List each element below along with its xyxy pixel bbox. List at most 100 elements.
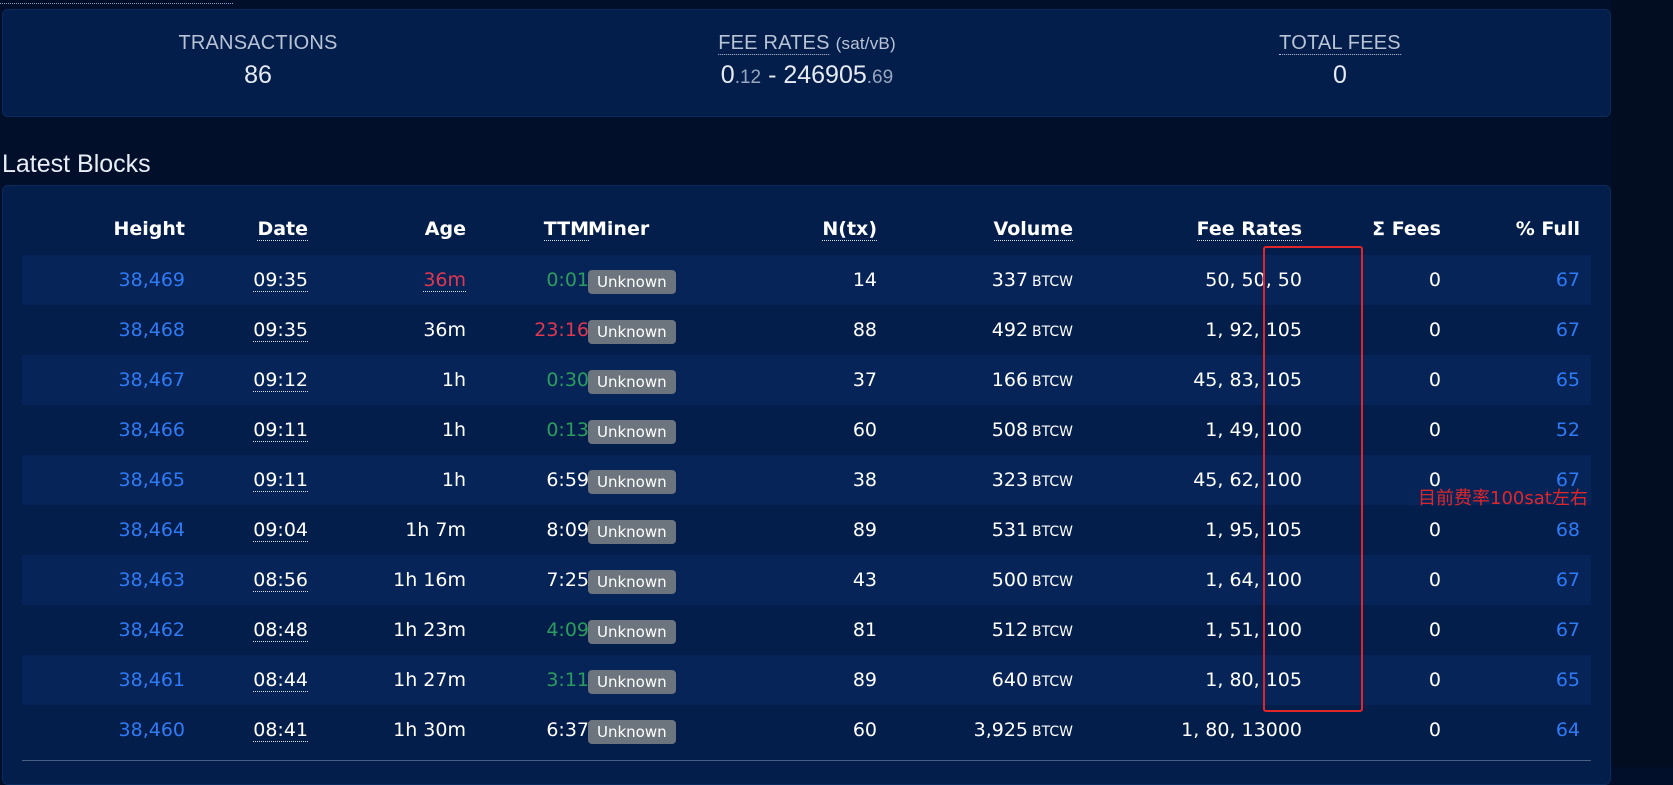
block-ttm: 23:16 <box>534 319 589 341</box>
block-percent-full: 64 <box>1555 719 1580 741</box>
block-height-link[interactable]: 38,462 <box>119 619 185 641</box>
block-height-link[interactable]: 38,463 <box>119 569 185 591</box>
block-percent-full: 67 <box>1555 619 1580 641</box>
block-ttm: 7:25 <box>546 569 589 591</box>
block-percent-full: 52 <box>1555 419 1580 441</box>
column-header-fees[interactable]: Σ Fees <box>1372 204 1441 254</box>
stat-label[interactable]: FEE RATES <box>718 32 830 55</box>
block-percent-full: 65 <box>1555 369 1580 391</box>
block-height-link[interactable]: 38,467 <box>119 369 185 391</box>
block-age: 1h 16m <box>393 569 466 591</box>
block-age: 1h <box>441 469 466 491</box>
volume-unit: BTCW <box>1032 474 1073 490</box>
column-header-ttm[interactable]: TTM <box>543 204 589 254</box>
column-header-age[interactable]: Age <box>425 204 466 254</box>
block-volume: 531 <box>991 519 1029 541</box>
column-header-full[interactable]: % Full <box>1516 204 1580 254</box>
column-header-ntx[interactable]: N(tx) <box>822 204 877 254</box>
top-divider <box>0 3 233 4</box>
block-ttm: 6:59 <box>546 469 589 491</box>
stat-label[interactable]: TOTAL FEES <box>1279 32 1401 55</box>
block-volume: 500 <box>991 569 1029 591</box>
block-date: 08:41 <box>253 719 308 742</box>
miner-badge: Unknown <box>588 669 676 694</box>
block-date: 09:35 <box>253 319 308 342</box>
block-height-link[interactable]: 38,468 <box>119 319 185 341</box>
block-height-link[interactable]: 38,465 <box>119 469 185 491</box>
stat-fee-rates: FEE RATES (sat/vB) 0.12 - 246905.69 <box>718 32 896 90</box>
block-height-link[interactable]: 38,460 <box>119 719 185 741</box>
block-ttm: 3:11 <box>546 669 589 691</box>
miner-badge: Unknown <box>588 719 676 744</box>
block-date: 08:44 <box>253 669 308 692</box>
volume-unit: BTCW <box>1032 674 1073 690</box>
stat-transactions: TRANSACTIONS 86 <box>178 32 337 90</box>
block-total-fees: 0 <box>1428 419 1441 441</box>
volume-unit: BTCW <box>1032 374 1073 390</box>
block-date: 09:11 <box>253 419 308 442</box>
block-tx-count: 60 <box>852 419 877 441</box>
block-ttm: 0:01 <box>546 269 589 291</box>
annotation-highlight-box <box>1263 246 1363 712</box>
block-age: 36m <box>423 269 466 292</box>
block-tx-count: 43 <box>852 569 877 591</box>
block-tx-count: 88 <box>852 319 877 341</box>
block-tx-count: 89 <box>852 669 877 691</box>
block-date: 08:56 <box>253 569 308 592</box>
table-bottom-border <box>22 760 1591 761</box>
mempool-summary-card: TRANSACTIONS 86 FEE RATES (sat/vB) 0.12 -… <box>2 9 1611 117</box>
volume-unit: BTCW <box>1032 624 1073 640</box>
block-total-fees: 0 <box>1428 669 1441 691</box>
volume-unit: BTCW <box>1032 574 1073 590</box>
stat-unit: (sat/vB) <box>835 34 896 53</box>
annotation-note: 目前费率100sat左右 <box>1418 488 1588 509</box>
column-header-vol[interactable]: Volume <box>993 204 1073 254</box>
stat-label: TRANSACTIONS <box>178 32 338 54</box>
miner-badge: Unknown <box>588 619 676 644</box>
block-height-link[interactable]: 38,466 <box>119 419 185 441</box>
block-total-fees: 0 <box>1428 369 1441 391</box>
block-volume: 508 <box>991 419 1029 441</box>
block-ttm: 6:37 <box>546 719 589 741</box>
block-percent-full: 65 <box>1555 669 1580 691</box>
block-ttm: 0:30 <box>546 369 589 391</box>
block-tx-count: 14 <box>852 269 877 291</box>
miner-badge: Unknown <box>588 269 676 294</box>
block-height-link[interactable]: 38,461 <box>119 669 185 691</box>
volume-unit: BTCW <box>1032 324 1073 340</box>
block-height-link[interactable]: 38,464 <box>119 519 185 541</box>
block-percent-full: 68 <box>1555 519 1580 541</box>
block-age: 1h <box>441 369 466 391</box>
column-header-height[interactable]: Height <box>113 204 185 254</box>
stat-value: 0 <box>1333 61 1347 89</box>
block-date: 09:11 <box>253 469 308 492</box>
volume-unit: BTCW <box>1032 274 1073 290</box>
block-fee-rates: 1, 80, 13000 <box>1181 719 1302 741</box>
block-volume: 166 <box>991 369 1029 391</box>
block-height-link[interactable]: 38,469 <box>119 269 185 291</box>
column-header-miner[interactable]: Miner <box>588 204 649 254</box>
volume-unit: BTCW <box>1032 724 1073 740</box>
block-age: 1h 30m <box>393 719 466 741</box>
block-age: 1h <box>441 419 466 441</box>
miner-badge: Unknown <box>588 319 676 344</box>
block-date: 09:04 <box>253 519 308 542</box>
block-total-fees: 0 <box>1428 319 1441 341</box>
block-ttm: 4:09 <box>546 619 589 641</box>
block-volume: 492 <box>991 319 1029 341</box>
miner-badge: Unknown <box>588 469 676 494</box>
block-volume: 3,925 <box>973 719 1029 741</box>
block-age: 36m <box>423 319 466 341</box>
stat-value: 0.12 - 246905.69 <box>720 61 894 89</box>
block-tx-count: 89 <box>852 519 877 541</box>
block-total-fees: 0 <box>1428 569 1441 591</box>
table-row: 38,460 08:41 1h 30m 6:37 Unknown 60 3,925 BTCW 1… <box>22 705 1591 755</box>
block-ttm: 8:09 <box>546 519 589 541</box>
miner-badge: Unknown <box>588 369 676 394</box>
column-header-date[interactable]: Date <box>257 204 308 254</box>
block-tx-count: 38 <box>852 469 877 491</box>
miner-badge: Unknown <box>588 569 676 594</box>
block-age: 1h 23m <box>393 619 466 641</box>
block-ttm: 0:13 <box>546 419 589 441</box>
block-age: 1h 7m <box>405 519 466 541</box>
